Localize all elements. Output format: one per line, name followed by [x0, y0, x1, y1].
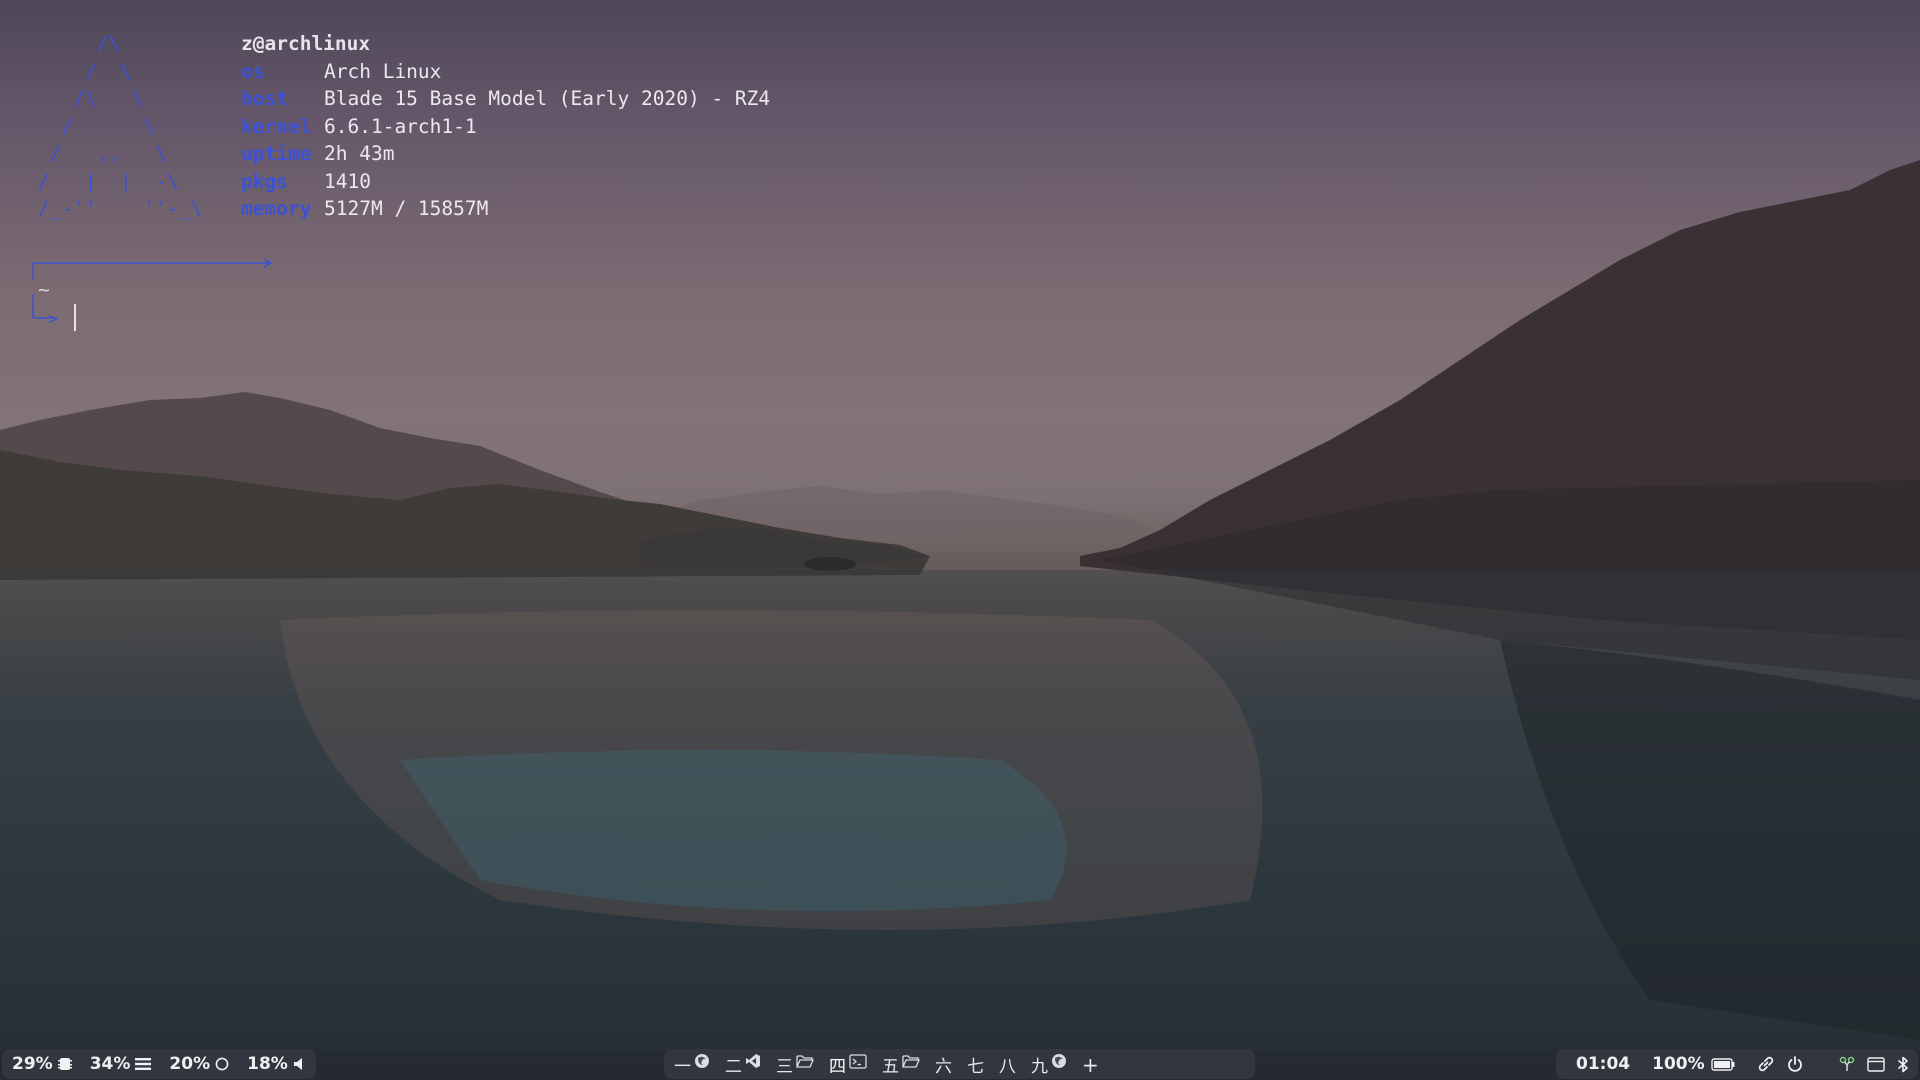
firefox-icon: [694, 1053, 710, 1069]
volume-level[interactable]: 18%: [247, 1054, 305, 1074]
terminal-icon: [849, 1054, 867, 1069]
workspace-label: 六: [935, 1057, 952, 1077]
info-key: host: [241, 87, 288, 110]
window-tray-icon[interactable]: [1866, 1056, 1885, 1072]
info-row-uptime: uptime 2h 43m: [241, 140, 770, 168]
workspace-label: 五: [882, 1057, 899, 1077]
workspace-4[interactable]: 四: [829, 1049, 867, 1079]
plus-icon: +: [1082, 1053, 1099, 1077]
info-key: kernel: [241, 114, 312, 138]
workspace-6[interactable]: 六: [935, 1049, 952, 1079]
user-host: z@archlinux: [241, 32, 371, 55]
terminal-window[interactable]: /\ / \ /\ \ / \ / ,, \ / | | -\ /_-'' ''…: [0, 0, 900, 340]
workspace-5[interactable]: 五: [882, 1049, 920, 1079]
workspace-label: 三: [776, 1057, 793, 1077]
ram-usage-value: 34%: [89, 1054, 131, 1074]
info-value: Blade 15 Base Model (Early 2020) - RZ4: [324, 87, 771, 110]
info-row-host: host Blade 15 Base Model (Early 2020) - …: [241, 85, 770, 113]
text-cursor[interactable]: [74, 304, 76, 331]
info-row-pkgs: pkgs 1410: [241, 168, 770, 196]
battery-level: 100%: [1652, 1054, 1705, 1074]
workspace-label: 四: [829, 1057, 846, 1077]
battery-status[interactable]: 100%: [1652, 1054, 1735, 1074]
memory-icon: [135, 1057, 152, 1071]
workspace-label: 九: [1031, 1057, 1048, 1077]
workspace-label: 八: [999, 1057, 1016, 1077]
current-directory: ~: [38, 278, 50, 301]
ram-usage[interactable]: 34%: [90, 1054, 152, 1074]
info-value: 6.6.1-arch1-1: [324, 114, 477, 138]
clock[interactable]: 01:04: [1576, 1054, 1630, 1074]
info-row-memory: memory 5127M / 15857M: [241, 195, 770, 223]
workspace-2[interactable]: 二: [725, 1049, 761, 1079]
arch-ascii-logo: /\ / \ /\ \ / \ / ,, \ / | | -\ /_-'' ''…: [38, 32, 203, 220]
disk-icon: [215, 1057, 229, 1071]
info-row-kernel: kernel 6.6.1-arch1-1: [241, 113, 770, 141]
battery-icon: [1710, 1057, 1735, 1071]
info-value: 1410: [324, 169, 371, 193]
disk-usage-value: 20%: [169, 1054, 211, 1074]
add-workspace-button[interactable]: +: [1082, 1049, 1099, 1079]
disk-usage[interactable]: 20%: [169, 1054, 229, 1074]
info-value: 2h 43m: [324, 142, 395, 165]
workspace-7[interactable]: 七: [967, 1049, 984, 1079]
folder-icon: [796, 1054, 814, 1069]
info-key: memory: [241, 197, 312, 220]
volume-level-value: 18%: [247, 1054, 288, 1074]
link-icon[interactable]: [1757, 1055, 1775, 1073]
info-value: Arch Linux: [324, 59, 442, 83]
workspace-label: 二: [725, 1057, 742, 1077]
workspace-9[interactable]: 九: [1031, 1049, 1067, 1079]
info-value: 5127M / 15857M: [324, 197, 489, 220]
system-info: z@archlinux os Arch Linux host Blade 15 …: [241, 30, 770, 223]
bluetooth-icon[interactable]: [1897, 1056, 1909, 1073]
info-key: os: [241, 59, 265, 83]
info-row-os: os Arch Linux: [241, 58, 770, 86]
folder-icon: [902, 1054, 920, 1069]
cpu-usage[interactable]: 29%: [12, 1054, 72, 1074]
vscode-icon: [745, 1053, 761, 1069]
bar-workspaces: 一 二 三 四 五 六 七 八 九 +: [664, 1049, 1255, 1079]
network-tray-icon[interactable]: [1839, 1056, 1855, 1072]
workspace-label: 一: [674, 1057, 691, 1077]
workspace-1[interactable]: 一: [674, 1049, 710, 1079]
firefox-icon: [1051, 1053, 1067, 1069]
prompt-arrow: >: [48, 309, 58, 328]
prompt-frame: >: [32, 258, 272, 328]
info-key: pkgs: [241, 169, 288, 193]
workspace-3[interactable]: 三: [776, 1049, 814, 1079]
cpu-icon: [57, 1056, 72, 1072]
bar-system-stats: 29% 34% 20% 18%: [2, 1049, 316, 1079]
workspace-label: 七: [967, 1057, 984, 1077]
workspace-8[interactable]: 八: [999, 1049, 1016, 1079]
speaker-icon: [293, 1057, 305, 1071]
bar-system-tray: 01:04 100%: [1556, 1049, 1918, 1079]
info-key: uptime: [241, 142, 312, 165]
cpu-usage-value: 29%: [12, 1054, 53, 1074]
power-icon[interactable]: [1787, 1055, 1803, 1073]
